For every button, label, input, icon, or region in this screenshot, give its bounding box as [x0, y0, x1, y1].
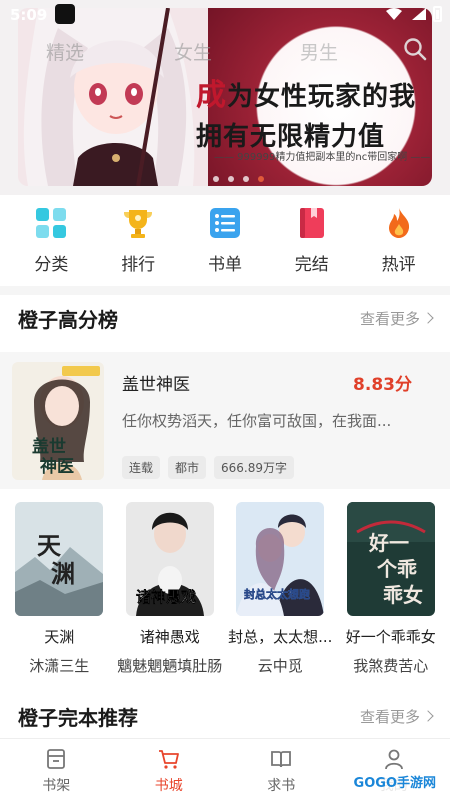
nav-label: 求书: [267, 778, 296, 794]
nav-bookstore[interactable]: 书城: [113, 739, 226, 800]
see-more-link[interactable]: 查看更多: [359, 706, 434, 727]
carousel-dot[interactable]: [243, 176, 249, 182]
banner-title: 成为女性玩家的我 拥有无限精力值: [196, 70, 426, 153]
category-finished[interactable]: 完结: [277, 202, 347, 284]
book-title: 盖世神医: [122, 375, 190, 395]
bookshelf-icon: [47, 749, 66, 769]
section-divider: [0, 286, 450, 295]
carousel-dot-active[interactable]: [258, 176, 264, 182]
category-label: 排行: [121, 255, 156, 275]
svg-text:个乖: 个乖: [376, 557, 417, 581]
book-card[interactable]: 封总太太想跑 封总，太太想... 云中觅: [228, 502, 333, 682]
tab-male[interactable]: 男生: [300, 38, 338, 65]
category-booklist[interactable]: 书单: [190, 202, 260, 284]
featured-book[interactable]: 盖世 神医 盖世神医 8.83分 任你权势滔天，任你富可敌国，在我面... 连载…: [0, 352, 450, 489]
svg-text:乖女: 乖女: [383, 583, 423, 607]
banner-subtitle: —— 999999精力值把副本里的nc带回家啊 ——: [214, 152, 431, 163]
nav-bookshelf[interactable]: 书架: [0, 739, 113, 800]
book-card[interactable]: 诸神愚戏 诸神愚戏 魑魅魍魉填肚肠: [117, 502, 223, 682]
book-card[interactable]: 天 渊 天渊 沐潇三生: [9, 502, 109, 682]
see-more-label: 查看更多: [359, 309, 420, 328]
chevron-right-icon: [422, 710, 434, 722]
category-label: 完结: [294, 255, 329, 275]
book-cover: 天 渊: [15, 502, 104, 616]
tab-featured[interactable]: 精选: [46, 38, 84, 65]
status-time: 5:09: [10, 6, 48, 24]
status-tag: 连载: [122, 456, 161, 479]
banner-title-line1: 为女性玩家的我: [227, 82, 417, 112]
svg-text:封总太太想跑: 封总太太想跑: [244, 587, 310, 601]
status-bar: 5:09: [0, 0, 450, 30]
flame-icon: [388, 208, 409, 238]
carousel-dot[interactable]: [228, 176, 234, 182]
section-header-completed: 橙子完本推荐 查看更多: [0, 694, 450, 738]
book-tags: 连载 都市 666.89万字: [122, 456, 295, 479]
category-hot-reviews[interactable]: 热评: [364, 202, 434, 284]
svg-text:诸神愚戏: 诸神愚戏: [136, 588, 196, 606]
list-icon: [209, 208, 240, 238]
book-title: 好一个乖乖女: [345, 628, 436, 646]
category-ranking[interactable]: 排行: [103, 202, 173, 284]
open-book-icon: [271, 751, 292, 768]
svg-text:好一: 好一: [368, 531, 409, 555]
tab-female[interactable]: 女生: [174, 38, 212, 65]
svg-text:神医: 神医: [40, 456, 74, 477]
book-author: 魑魅魍魉填肚肠: [117, 657, 223, 675]
category-shortcuts: 分类 排行 书单 完结 热评: [0, 202, 450, 284]
book-cover: 盖世 神医: [12, 362, 104, 480]
book-icon: [299, 208, 324, 238]
book-title: 天渊: [44, 628, 75, 646]
nav-label: 书城: [154, 778, 183, 794]
app-screen: 成为女性玩家的我 拥有无限精力值 —— 999999精力值把副本里的nc带回家啊…: [0, 0, 450, 800]
chevron-right-icon: [422, 312, 434, 324]
book-title: 封总，太太想...: [228, 628, 333, 646]
book-cover: 诸神愚戏: [125, 502, 214, 616]
svg-text:渊: 渊: [51, 559, 75, 588]
wifi-icon: [386, 8, 402, 20]
book-title: 诸神愚戏: [139, 628, 200, 646]
book-grid: 天 渊 天渊 沐潇三生 诸神愚戏 诸神愚戏 魑魅魍魉填肚肠 封总太太想跑 封总，…: [0, 502, 450, 682]
book-author: 云中觅: [257, 657, 303, 675]
grid-icon: [36, 208, 67, 238]
svg-text:盖世: 盖世: [32, 436, 66, 457]
cart-icon: [158, 750, 179, 769]
book-score: 8.83分: [353, 375, 412, 395]
banner-title-first-char: 成: [196, 78, 227, 113]
book-card[interactable]: 好一 个乖 乖女 好一个乖乖女 我煞费苦心: [341, 502, 441, 682]
user-icon: [384, 749, 403, 770]
book-author: 沐潇三生: [29, 657, 90, 675]
genre-tag: 都市: [168, 456, 207, 479]
see-more-link[interactable]: 查看更多: [359, 308, 434, 329]
trophy-icon: [124, 210, 153, 238]
category-label: 分类: [34, 255, 69, 275]
section-header-top-rated: 橙子高分榜 查看更多: [0, 296, 450, 340]
book-description: 任你权势滔天，任你富可敌国，在我面...: [122, 412, 392, 430]
site-watermark: GOGO手游网: [349, 771, 440, 792]
svg-text:天: 天: [37, 531, 61, 560]
camera-notch: [55, 4, 75, 24]
nav-label: 书架: [42, 778, 71, 794]
section-title: 橙子完本推荐: [18, 705, 138, 730]
carousel-dot[interactable]: [213, 176, 219, 182]
search-icon[interactable]: [402, 36, 428, 62]
category-classify[interactable]: 分类: [16, 202, 86, 284]
top-tabs: 精选 女生 男生: [0, 34, 450, 68]
carousel-dots: [213, 176, 264, 182]
section-title: 橙子高分榜: [18, 307, 118, 332]
nav-request-book[interactable]: 求书: [225, 739, 338, 800]
category-label: 书单: [207, 255, 242, 275]
wordcount-tag: 666.89万字: [214, 456, 295, 479]
category-label: 热评: [381, 255, 416, 275]
book-cover: 好一 个乖 乖女: [346, 502, 435, 616]
signal-icon: [412, 8, 426, 20]
battery-icon: [433, 6, 442, 22]
see-more-label: 查看更多: [359, 707, 420, 726]
book-cover: 封总太太想跑: [236, 502, 325, 616]
book-author: 我煞费苦心: [353, 657, 429, 675]
